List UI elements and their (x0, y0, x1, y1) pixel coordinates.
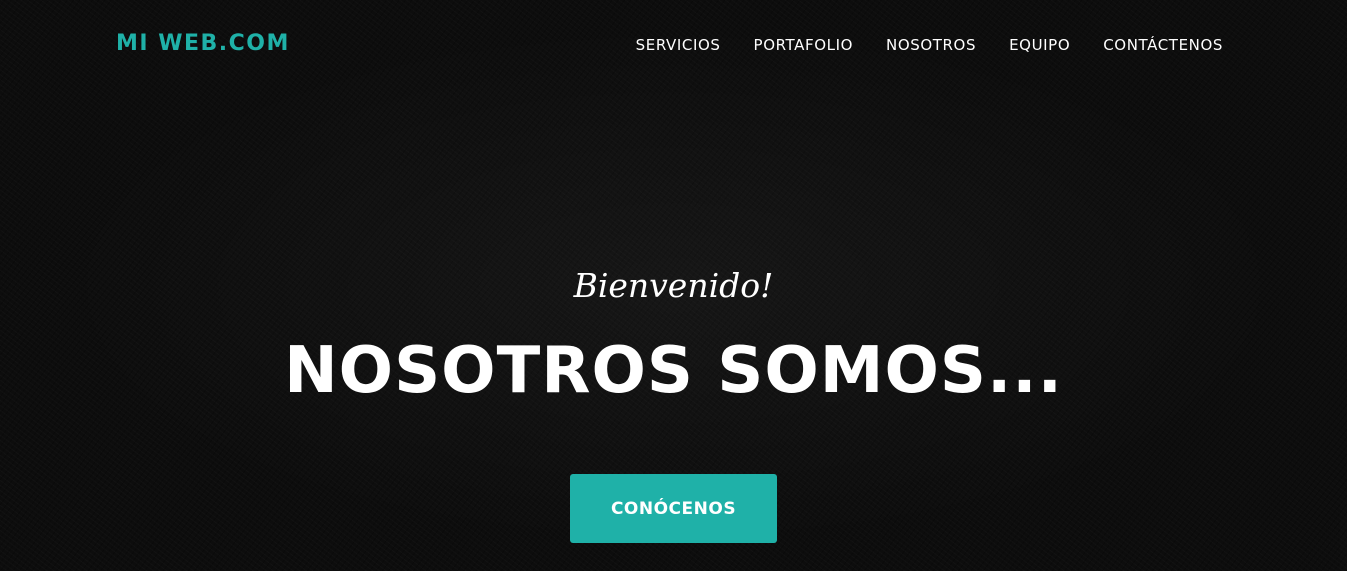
nav-item-equipo: EQUIPO (1009, 35, 1070, 54)
nav-menu: SERVICIOS PORTAFOLIO NOSOTROS EQUIPO CON… (636, 35, 1223, 54)
nav-link-portafolio[interactable]: PORTAFOLIO (754, 36, 853, 54)
main-navbar: MI WEB.COM SERVICIOS PORTAFOLIO NOSOTROS… (0, 0, 1347, 88)
nav-item-servicios: SERVICIOS (636, 35, 721, 54)
brand-logo-link[interactable]: MI WEB.COM (116, 31, 290, 56)
nav-link-nosotros[interactable]: NOSOTROS (886, 36, 976, 54)
nav-item-nosotros: NOSOTROS (886, 35, 976, 54)
hero-subheading: Bienvenido! (573, 266, 774, 305)
hero-heading: NOSOTROS SOMOS... (284, 334, 1063, 408)
nav-link-equipo[interactable]: EQUIPO (1009, 36, 1070, 54)
nav-item-portafolio: PORTAFOLIO (754, 35, 853, 54)
nav-link-contactenos[interactable]: CONTÁCTENOS (1103, 36, 1223, 54)
nav-item-contactenos: CONTÁCTENOS (1103, 35, 1223, 54)
nav-link-servicios[interactable]: SERVICIOS (636, 36, 721, 54)
conocenos-button[interactable]: CONÓCENOS (570, 474, 777, 543)
